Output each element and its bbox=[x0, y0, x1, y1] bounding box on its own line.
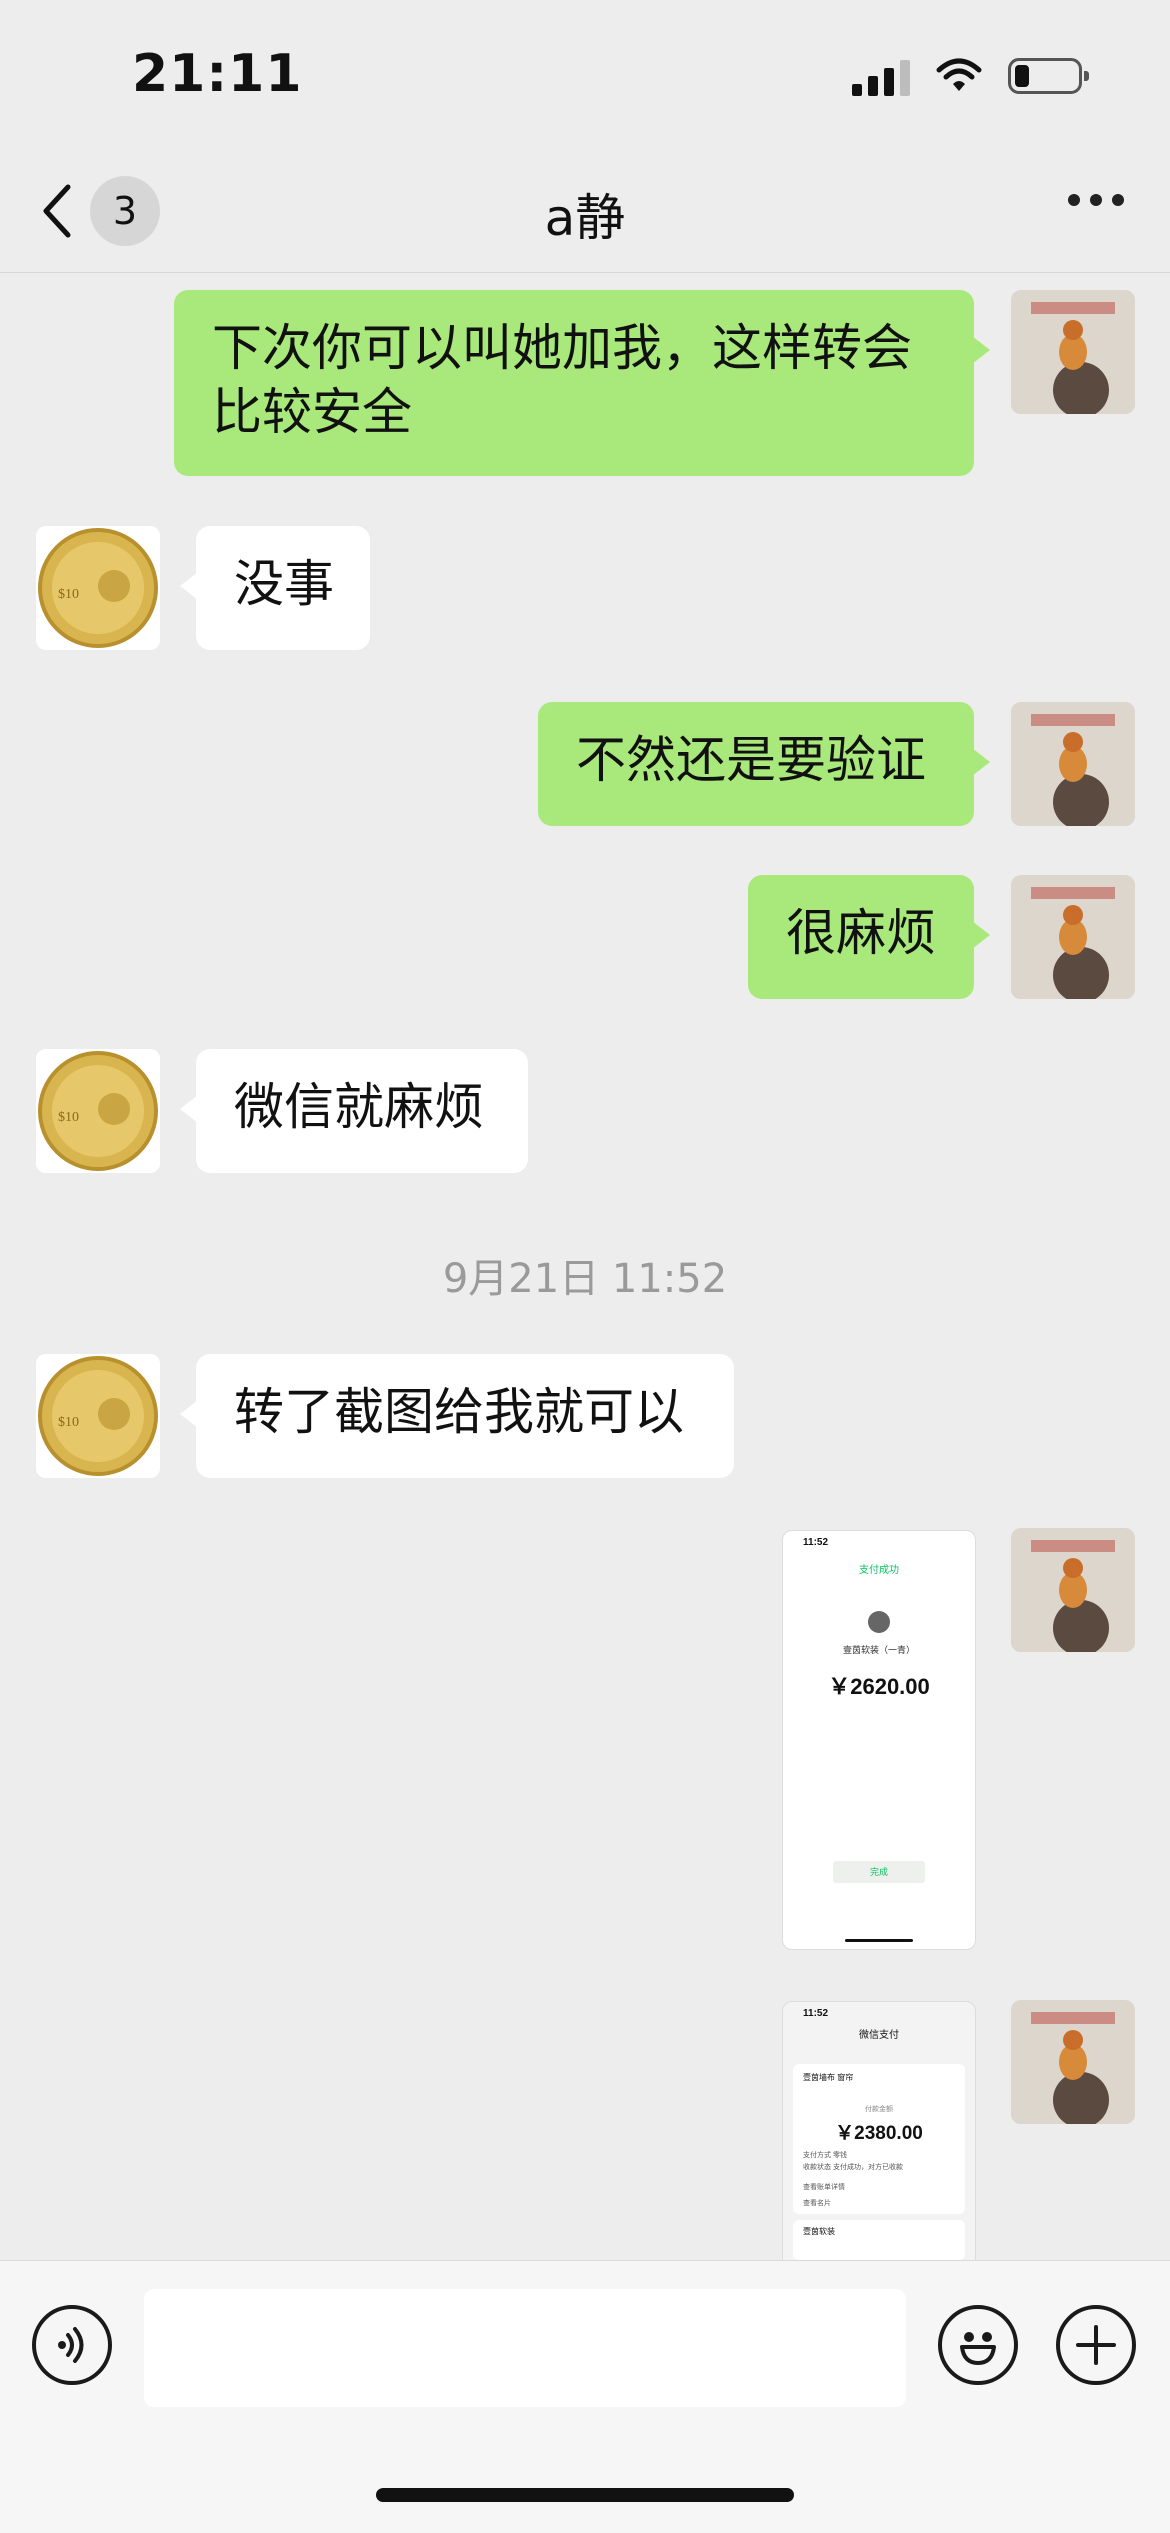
avatar-image bbox=[1011, 290, 1135, 414]
screenshot-time: 11:52 bbox=[803, 1537, 829, 1548]
status-icons bbox=[852, 56, 1089, 96]
message-input[interactable] bbox=[144, 2289, 906, 2407]
message-bubble-sent[interactable]: 下次你可以叫她加我，这样转会比较安全 bbox=[174, 290, 990, 476]
screenshot-header: 微信支付 bbox=[859, 2030, 899, 2041]
detail-row: 查看账单详情 bbox=[803, 2184, 845, 2191]
coin-avatar-image: $10 bbox=[36, 526, 160, 650]
avatar-image bbox=[1011, 702, 1135, 826]
home-indicator[interactable] bbox=[376, 2488, 794, 2502]
done-label: 完成 bbox=[833, 1861, 925, 1883]
voice-button[interactable] bbox=[32, 2305, 112, 2385]
contact-avatar[interactable]: $10 bbox=[36, 1049, 160, 1173]
detail-row: 收款状态 支付成功，对方已收款 bbox=[803, 2164, 903, 2171]
wifi-icon bbox=[936, 58, 982, 91]
avatar-image bbox=[1011, 875, 1135, 999]
plus-button[interactable] bbox=[1056, 2305, 1136, 2385]
emoji-icon bbox=[960, 2332, 996, 2365]
my-avatar[interactable] bbox=[1011, 702, 1135, 826]
emoji-button[interactable] bbox=[938, 2305, 1018, 2385]
avatar-image bbox=[1011, 1528, 1135, 1652]
payee-avatar bbox=[868, 1611, 890, 1633]
payment-amount: ￥2380.00 bbox=[835, 2123, 923, 2144]
amount-label: 付款金额 bbox=[865, 2106, 893, 2113]
voice-icon bbox=[58, 2327, 84, 2363]
svg-text:$10: $10 bbox=[58, 587, 79, 602]
battery-icon bbox=[1008, 58, 1089, 94]
message-bubble-received[interactable]: 微信就麻烦 bbox=[180, 1049, 528, 1173]
my-avatar[interactable] bbox=[1011, 290, 1135, 414]
contact-avatar[interactable]: $10 bbox=[36, 1354, 160, 1478]
message-list[interactable]: 下次你可以叫她加我，这样转会比较安全 $10 没事 不然还是要验证 很麻烦 $1… bbox=[0, 273, 1170, 2260]
svg-text:$10: $10 bbox=[58, 1415, 79, 1430]
coin-avatar-image: $10 bbox=[36, 1354, 160, 1478]
chat-header: 3 a静 bbox=[0, 150, 1170, 273]
image-message-payment-detail[interactable]: 11:52 微信支付 壹茵墙布 窗帘 付款金额 ￥2380.00 支付方式 零钱… bbox=[782, 2001, 976, 2260]
image-message-payment-success[interactable]: 11:52 支付成功 壹茵软装（一青） ￥2620.00 完成 bbox=[782, 1530, 976, 1950]
merchant-name: 壹茵墙布 窗帘 bbox=[803, 2073, 854, 2082]
more-dots-icon bbox=[1068, 194, 1080, 206]
chat-title: a静 bbox=[544, 189, 626, 247]
status-bar: 21:11 bbox=[0, 0, 1170, 150]
contact-avatar[interactable]: $10 bbox=[36, 526, 160, 650]
avatar-image bbox=[1011, 2000, 1135, 2124]
payee-name: 壹茵软装（一青） bbox=[842, 1645, 915, 1655]
home-indicator-thumb bbox=[845, 1939, 913, 1942]
plus-icon bbox=[1076, 2325, 1116, 2365]
message-bubble-received[interactable]: 没事 bbox=[180, 526, 370, 650]
payment-card-2: 壹茵软装 bbox=[793, 2220, 965, 2260]
detail-row: 查看名片 bbox=[803, 2200, 831, 2207]
my-avatar[interactable] bbox=[1011, 1528, 1135, 1652]
payment-card: 壹茵墙布 窗帘 付款金额 ￥2380.00 支付方式 零钱 收款状态 支付成功，… bbox=[793, 2064, 965, 2214]
message-bubble-received[interactable]: 转了截图给我就可以 bbox=[180, 1354, 734, 1478]
more-button[interactable] bbox=[1068, 194, 1124, 206]
screenshot-time: 11:52 bbox=[803, 2008, 829, 2019]
message-bubble-sent[interactable]: 很麻烦 bbox=[748, 875, 990, 999]
svg-text:$10: $10 bbox=[58, 1110, 79, 1125]
signal-icon bbox=[852, 56, 910, 96]
merchant-name: 壹茵软装 bbox=[803, 2227, 835, 2236]
payment-amount: ￥2620.00 bbox=[828, 1674, 930, 1699]
coin-avatar-image: $10 bbox=[36, 1049, 160, 1173]
message-bubble-sent[interactable]: 不然还是要验证 bbox=[538, 702, 990, 826]
detail-row: 支付方式 零钱 bbox=[803, 2152, 847, 2159]
status-time: 21:11 bbox=[132, 44, 303, 104]
my-avatar[interactable] bbox=[1011, 875, 1135, 999]
chat-timestamp: 9月21日 11:52 bbox=[442, 1256, 728, 1302]
payment-status: 支付成功 bbox=[859, 1565, 899, 1576]
my-avatar[interactable] bbox=[1011, 2000, 1135, 2124]
